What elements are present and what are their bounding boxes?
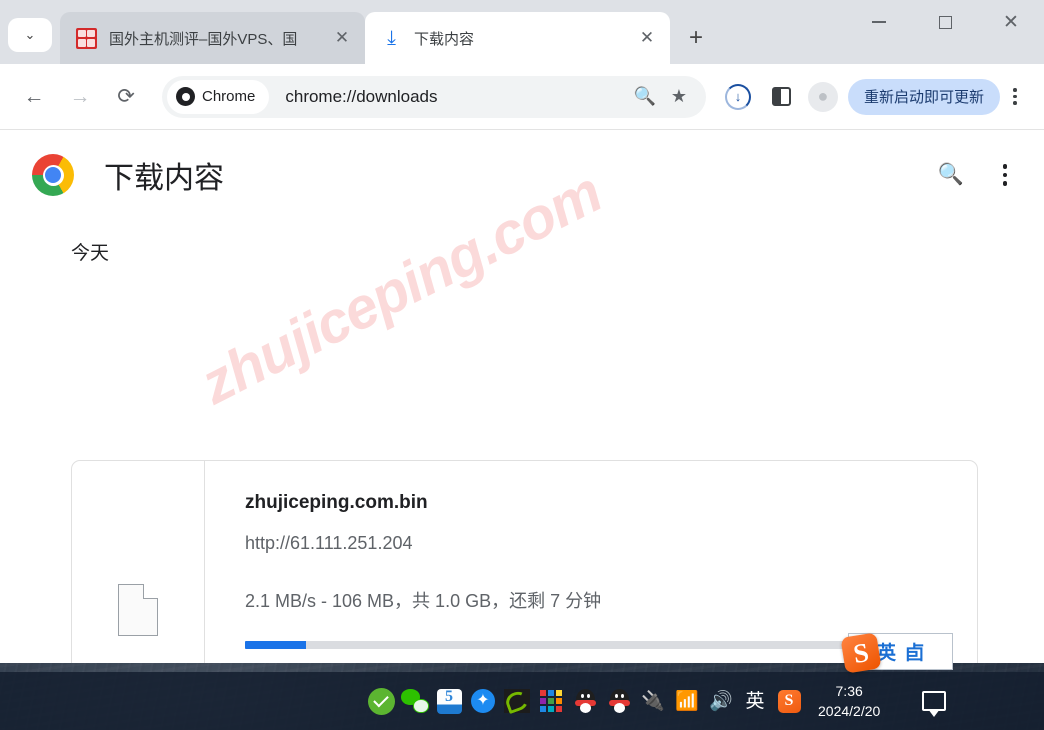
download-progress-fill bbox=[245, 641, 306, 649]
zoom-in-icon[interactable]: 🔍 bbox=[630, 82, 660, 112]
qq-icon-2[interactable] bbox=[602, 681, 636, 721]
page-header-actions: 🔍 bbox=[938, 162, 1018, 188]
forward-button[interactable]: → bbox=[60, 77, 100, 117]
qq-icon-1[interactable] bbox=[568, 681, 602, 721]
window-controls: ✕ bbox=[846, 0, 1044, 44]
minimize-button[interactable] bbox=[846, 0, 912, 44]
wechat-icon[interactable] bbox=[398, 681, 432, 721]
new-tab-button[interactable]: + bbox=[678, 20, 714, 56]
generic-file-icon bbox=[118, 584, 158, 636]
download-status-text: 2.1 MB/s - 106 MB，共 1.0 GB，还剩 7 分钟 bbox=[245, 591, 602, 611]
update-button-label: 重新启动即可更新 bbox=[863, 89, 984, 106]
address-bar[interactable]: Chrome chrome://downloads 🔍 ★ bbox=[162, 75, 706, 118]
security-shield-check-icon[interactable] bbox=[364, 681, 398, 721]
tab-title: 下载内容 bbox=[414, 30, 475, 48]
battery-charging-icon[interactable]: 🔌 bbox=[636, 681, 670, 721]
page-title: 下载内容 bbox=[104, 162, 224, 195]
ime-language-label: 英 bbox=[745, 690, 765, 712]
360-browser-icon[interactable]: 5 bbox=[432, 681, 466, 721]
ime-shape-label[interactable]: 卣 bbox=[905, 638, 924, 665]
sogou-ime-floating-bar[interactable]: S 英 卣 bbox=[840, 632, 953, 674]
file-icon-column bbox=[72, 461, 205, 663]
download-icon: ⤓ bbox=[387, 26, 396, 49]
notification-icon[interactable] bbox=[922, 691, 947, 717]
taskbar-clock[interactable]: 7:36 2024/2/20 bbox=[818, 681, 880, 721]
sogou-tray-icon[interactable]: S bbox=[772, 681, 806, 721]
update-browser-button[interactable]: 重新启动即可更新 bbox=[847, 78, 1000, 115]
clock-date: 2024/2/20 bbox=[818, 703, 881, 719]
wifi-icon[interactable]: 📶 bbox=[670, 681, 704, 721]
sogou-logo-letter: S bbox=[777, 689, 801, 713]
chrome-logo-icon bbox=[32, 154, 74, 196]
download-item-card[interactable]: zhujiceping.com.bin http://61.111.251.20… bbox=[71, 460, 978, 663]
chrome-logo-icon bbox=[176, 87, 195, 106]
volume-icon[interactable]: 🔊 bbox=[704, 681, 738, 721]
tab-title: 国外主机测评–国外VPS、国 bbox=[109, 30, 298, 48]
profile-avatar[interactable]: ● bbox=[807, 81, 838, 112]
chevron-down-icon: ⌄ bbox=[24, 27, 36, 42]
browser-window: ⌄ 国外主机测评–国外VPS、国 ✕ ⤓ 下载内容 ✕ + ✕ ← → ⟳ Ch… bbox=[0, 0, 1044, 663]
download-progress-bar bbox=[245, 641, 855, 649]
tab-close-icon[interactable]: ✕ bbox=[329, 25, 355, 51]
more-vert-icon[interactable] bbox=[992, 162, 1018, 188]
tab-close-icon[interactable]: ✕ bbox=[634, 25, 660, 51]
download-source-url[interactable]: http://61.111.251.204 bbox=[245, 533, 977, 554]
search-icon[interactable]: 🔍 bbox=[938, 162, 964, 188]
download-file-name[interactable]: zhujiceping.com.bin bbox=[245, 492, 977, 514]
chrome-origin-chip[interactable]: Chrome bbox=[167, 79, 270, 114]
download-progress-icon: ↓ bbox=[724, 83, 751, 110]
downloads-page-header: 下载内容 🔍 bbox=[0, 130, 1044, 220]
tab-strip: ⌄ 国外主机测评–国外VPS、国 ✕ ⤓ 下载内容 ✕ + ✕ bbox=[0, 0, 1044, 64]
side-panel-button[interactable] bbox=[762, 77, 802, 117]
bluetooth-icon[interactable]: ✦ bbox=[466, 681, 500, 721]
tab-国外主机测评[interactable]: 国外主机测评–国外VPS、国 ✕ bbox=[60, 12, 365, 64]
taskbar: 5 ✦ 🔌 📶 🔊 英 S 7:36 2024/2/20 bbox=[0, 672, 1044, 730]
seal-favicon-icon bbox=[76, 27, 97, 49]
browser-toolbar: ← → ⟳ Chrome chrome://downloads 🔍 ★ ↓ ● … bbox=[0, 64, 1044, 130]
side-panel-icon bbox=[772, 87, 792, 106]
reload-button[interactable]: ⟳ bbox=[106, 77, 146, 117]
three-dot-menu-button[interactable] bbox=[1000, 77, 1030, 117]
tab-下载内容[interactable]: ⤓ 下载内容 ✕ bbox=[365, 12, 670, 64]
close-window-button[interactable]: ✕ bbox=[978, 0, 1044, 44]
maximize-button[interactable] bbox=[912, 0, 978, 44]
clock-time: 7:36 bbox=[835, 683, 863, 699]
nvidia-icon[interactable] bbox=[500, 681, 534, 721]
tab-search-button[interactable]: ⌄ bbox=[8, 18, 52, 52]
chrome-chip-label: Chrome bbox=[202, 88, 256, 105]
downloads-button[interactable]: ↓ bbox=[718, 77, 758, 117]
url-text[interactable]: chrome://downloads bbox=[285, 87, 626, 107]
back-button[interactable]: ← bbox=[14, 77, 54, 117]
color-grid-icon[interactable] bbox=[534, 681, 568, 721]
system-tray: 5 ✦ 🔌 📶 🔊 英 S bbox=[364, 681, 806, 721]
section-label-today: 今天 bbox=[71, 243, 110, 264]
ime-language-indicator[interactable]: 英 bbox=[738, 681, 772, 721]
downloads-page: zhujiceping.com 下载内容 🔍 今天 zhujiceping.co… bbox=[0, 130, 1044, 663]
bookmark-star-icon[interactable]: ★ bbox=[664, 82, 694, 112]
sogou-logo-icon[interactable]: S bbox=[840, 632, 882, 674]
